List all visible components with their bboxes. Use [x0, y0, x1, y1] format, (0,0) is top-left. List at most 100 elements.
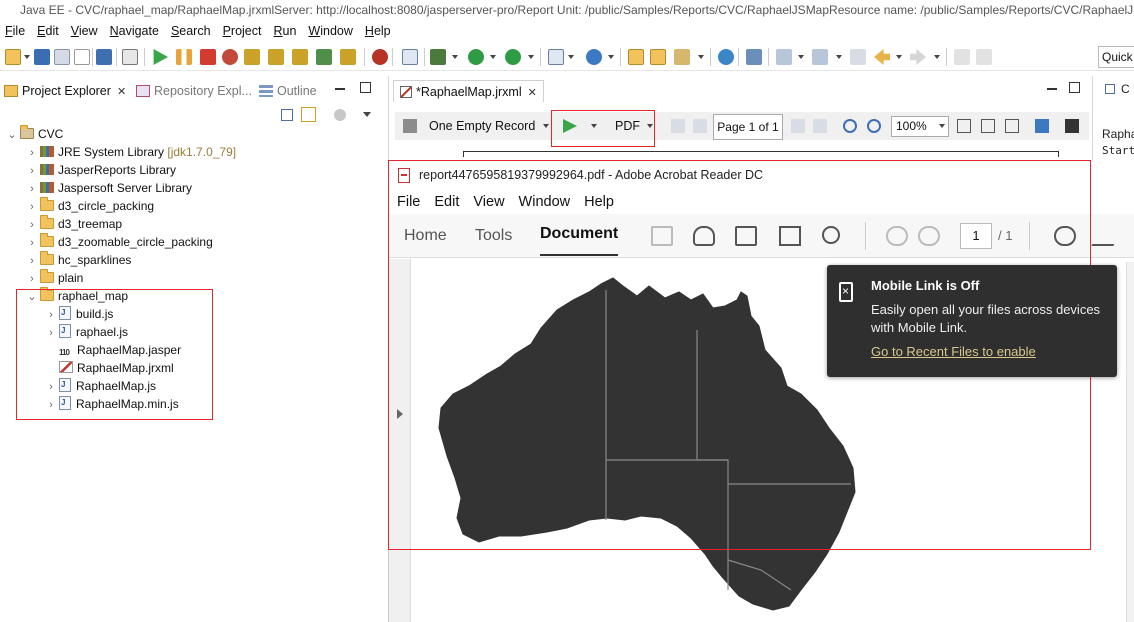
tree-item-jaspersoft-server-library[interactable]: › Jaspersoft Server Library — [24, 179, 192, 197]
run-server-dropdown-icon[interactable] — [528, 55, 534, 59]
run-dropdown-icon[interactable] — [490, 55, 496, 59]
properties-tab[interactable]: C — [1121, 80, 1130, 98]
fit-width-icon[interactable] — [981, 119, 995, 133]
data-adapter-select[interactable]: One Empty Record — [429, 112, 535, 140]
tree-item-hc-sparklines[interactable]: › hc_sparklines — [24, 251, 131, 269]
collapsed-icon[interactable]: › — [24, 216, 40, 234]
maximize-icon[interactable] — [360, 82, 371, 93]
go-to-recent-files-link[interactable]: Go to Recent Files to enable — [871, 344, 1036, 359]
run-server-icon[interactable] — [505, 49, 521, 65]
debug-icon[interactable] — [372, 49, 388, 65]
new-java-project-dropdown-icon[interactable] — [568, 55, 574, 59]
menu-file[interactable]: File — [0, 20, 32, 42]
previous-annotation-dropdown-icon[interactable] — [836, 55, 842, 59]
tree-item-d3-treemap[interactable]: › d3_treemap — [24, 215, 122, 233]
menu-search[interactable]: Search — [166, 20, 218, 42]
run-icon[interactable] — [468, 49, 484, 65]
step-return-icon[interactable] — [292, 49, 308, 65]
open-task-icon[interactable] — [650, 49, 666, 65]
tree-item-d3-circle-packing[interactable]: › d3_circle_packing — [24, 197, 154, 215]
step-over-icon[interactable] — [268, 49, 284, 65]
quick-access-input[interactable]: Quick — [1098, 46, 1134, 68]
collapsed-icon[interactable]: › — [24, 270, 40, 288]
browser-icon[interactable] — [718, 49, 734, 65]
tab-project-explorer[interactable]: Project Explorer ✕ — [4, 80, 126, 102]
link-with-editor-icon[interactable] — [301, 107, 316, 122]
next-annotation-icon[interactable] — [776, 49, 792, 65]
menu-project[interactable]: Project — [218, 20, 269, 42]
search-tool-icon[interactable] — [674, 49, 690, 65]
menu-edit[interactable]: Edit — [32, 20, 66, 42]
minimize-icon[interactable] — [1047, 88, 1057, 90]
zoom-in-icon[interactable] — [843, 119, 857, 133]
console-icon[interactable] — [96, 49, 112, 65]
export-icon[interactable] — [1035, 119, 1049, 133]
menu-window[interactable]: Window — [303, 20, 359, 42]
tree-root-cvc[interactable]: ⌄ CVC — [4, 125, 63, 143]
skip-breakpoints-icon[interactable] — [122, 49, 138, 65]
new-class-dropdown-icon[interactable] — [608, 55, 614, 59]
back-icon[interactable] — [874, 49, 890, 65]
disconnect-icon[interactable] — [222, 49, 238, 65]
menu-navigate[interactable]: Navigate — [105, 20, 166, 42]
new-java-project-icon[interactable] — [548, 49, 564, 65]
step-into-icon[interactable] — [244, 49, 260, 65]
run-tool-icon[interactable] — [430, 49, 446, 65]
next-page-icon[interactable] — [791, 119, 805, 133]
run-tool-dropdown-icon[interactable] — [452, 55, 458, 59]
save-report-icon[interactable] — [1065, 119, 1079, 133]
search-tool-dropdown-icon[interactable] — [698, 55, 704, 59]
view-menu-icon[interactable] — [363, 112, 371, 117]
tab-repository-explorer[interactable]: Repository Expl... — [136, 80, 252, 102]
fit-page-icon[interactable] — [957, 119, 971, 133]
forward-dropdown-icon[interactable] — [934, 55, 940, 59]
menu-view[interactable]: View — [66, 20, 105, 42]
use-step-filters-icon[interactable] — [340, 49, 356, 65]
drop-to-frame-icon[interactable] — [316, 49, 332, 65]
acrobat-scrollbar[interactable] — [1126, 262, 1134, 622]
expanded-icon[interactable]: ⌄ — [4, 126, 20, 144]
build-icon[interactable] — [402, 49, 418, 65]
tab-raphaelmap-jrxml[interactable]: *RaphaelMap.jrxml ✕ — [393, 80, 544, 102]
collapsed-icon[interactable]: › — [24, 180, 40, 198]
data-adapter-dropdown-icon[interactable] — [543, 124, 549, 128]
new-icon[interactable] — [5, 49, 21, 65]
save-all-icon[interactable] — [54, 49, 70, 65]
redo-icon[interactable] — [976, 49, 992, 65]
tab-outline[interactable]: Outline — [259, 80, 317, 102]
menu-run[interactable]: Run — [268, 20, 303, 42]
maximize-icon[interactable] — [1069, 82, 1080, 93]
close-icon[interactable]: ✕ — [528, 87, 537, 99]
collapse-all-icon[interactable] — [281, 109, 293, 121]
tree-item-jasperreports-library[interactable]: › JasperReports Library — [24, 161, 176, 179]
previous-page-icon[interactable] — [693, 119, 707, 133]
actual-size-icon[interactable] — [1005, 119, 1019, 133]
next-annotation-dropdown-icon[interactable] — [798, 55, 804, 59]
menu-help[interactable]: Help — [360, 20, 398, 42]
last-edit-icon[interactable] — [850, 49, 866, 65]
back-dropdown-icon[interactable] — [896, 55, 902, 59]
collapsed-icon[interactable]: › — [24, 252, 40, 270]
resume-icon[interactable] — [153, 49, 168, 65]
open-type-icon[interactable] — [628, 49, 644, 65]
suspend-icon[interactable] — [176, 49, 192, 65]
close-icon[interactable]: ✕ — [117, 86, 126, 98]
last-page-icon[interactable] — [813, 119, 827, 133]
terminate-icon[interactable] — [200, 49, 216, 65]
zoom-dropdown-icon[interactable] — [939, 124, 945, 128]
collapsed-icon[interactable]: › — [24, 234, 40, 252]
save-icon[interactable] — [34, 49, 50, 65]
print-icon[interactable] — [74, 49, 90, 65]
forward-icon[interactable] — [910, 49, 926, 65]
filter-icon[interactable] — [334, 109, 346, 121]
undo-icon[interactable] — [954, 49, 970, 65]
collapsed-icon[interactable]: › — [24, 162, 40, 180]
toggle-mark-icon[interactable] — [746, 49, 762, 65]
tree-item-jre[interactable]: › JRE System Library [jdk1.7.0_79] — [24, 143, 236, 161]
sign-icon[interactable] — [1091, 226, 1125, 246]
tree-item-d3-zoomable-circle-packing[interactable]: › d3_zoomable_circle_packing — [24, 233, 213, 251]
tree-item-plain[interactable]: › plain — [24, 269, 83, 287]
previous-annotation-icon[interactable] — [812, 49, 828, 65]
collapsed-icon[interactable]: › — [24, 144, 40, 162]
new-class-icon[interactable] — [586, 49, 602, 65]
